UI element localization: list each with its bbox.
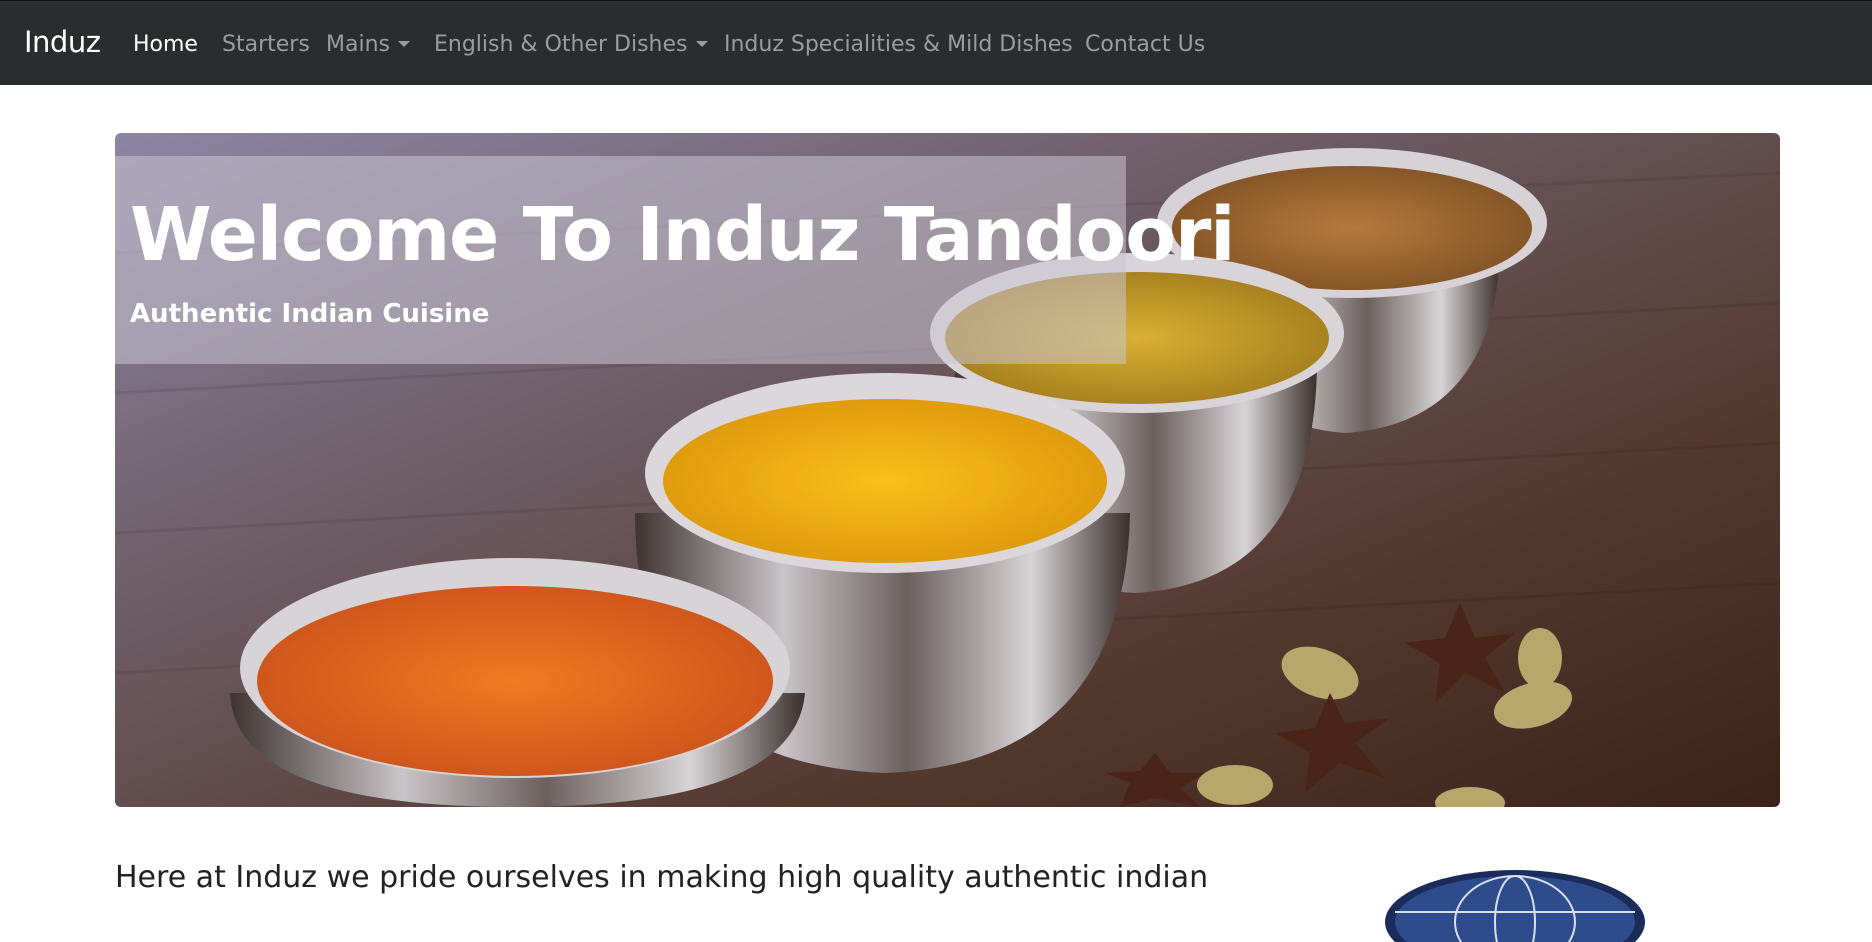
chevron-down-icon [397,41,410,47]
nav-english-dropdown[interactable]: English & Other Dishes [434,32,708,57]
nav-home[interactable]: Home [133,32,198,57]
nav-mains-label: Mains [326,32,390,57]
hero-banner: Welcome To Induz Tandoori Authentic Indi… [115,133,1780,807]
chevron-down-icon [695,41,708,47]
nav-contact-label: Contact Us [1085,32,1206,57]
nav-starters[interactable]: Starters [222,32,310,57]
nav-english-label: English & Other Dishes [434,32,688,57]
nav-contact[interactable]: Contact Us [1085,32,1205,57]
intro-text: Here at Induz we pride ourselves in maki… [115,860,1209,895]
nav-home-label: Home [133,32,198,57]
nav-specialities-label: Induz Specialities & Mild Dishes [724,32,1073,57]
nav-starters-label: Starters [222,32,310,57]
nav-specialities[interactable]: Induz Specialities & Mild Dishes [724,32,1073,57]
nav-mains-dropdown[interactable]: Mains [326,32,410,57]
brand-logo[interactable]: Induz [24,25,101,59]
hero-title: Welcome To Induz Tandoori [130,192,1236,278]
hero-subtitle: Authentic Indian Cuisine [130,299,490,329]
hero-overlay: Welcome To Induz Tandoori Authentic Indi… [115,156,1236,364]
globe-icon [1385,870,1645,942]
top-navbar: Induz Home Starters Mains English & Othe… [0,0,1872,85]
